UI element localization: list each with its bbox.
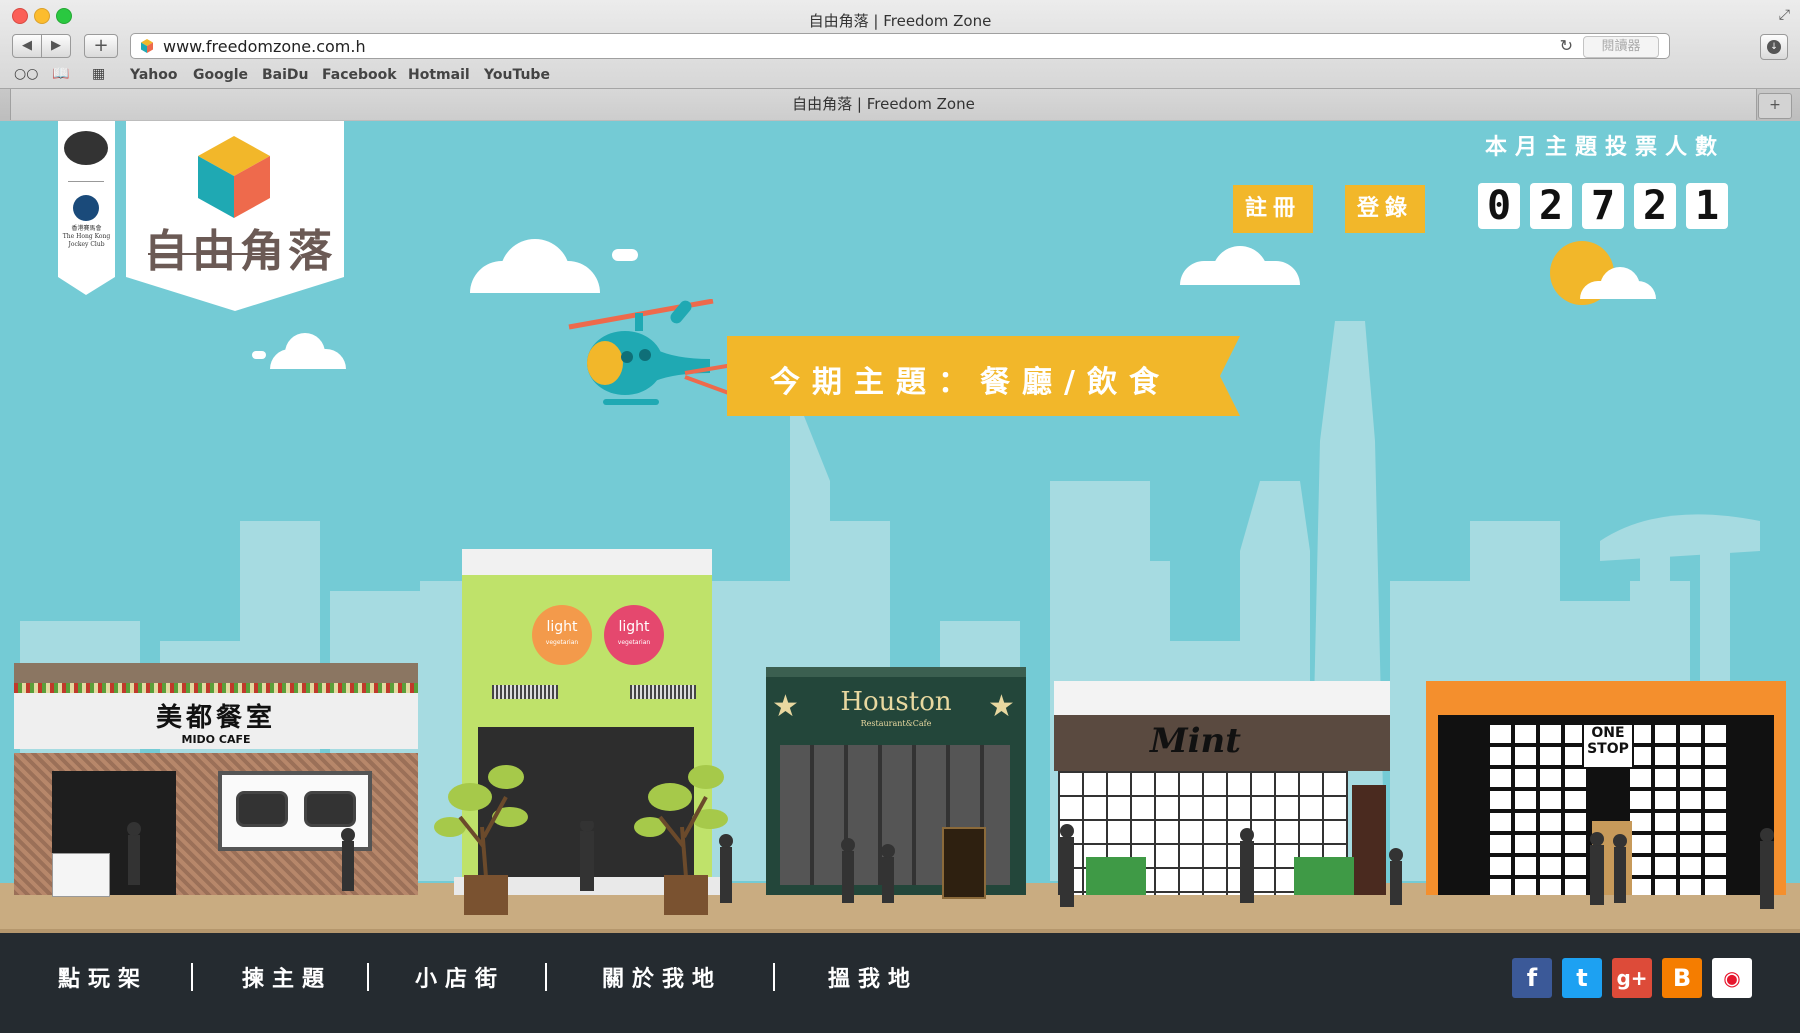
nav-about-us[interactable]: 關於我地 [602, 961, 722, 993]
shop-awning-stripe [14, 683, 418, 693]
facebook-icon[interactable]: f [1512, 958, 1552, 998]
vote-digit: 7 [1582, 183, 1624, 229]
reload-icon[interactable]: ↻ [1560, 36, 1573, 55]
browser-chrome: 自由角落 | Freedom Zone ⤢ ◀ ▶ + www.freedomz… [0, 0, 1800, 121]
top-sites-grid-icon[interactable]: ▦ [92, 66, 105, 82]
sponsor-text: 香港賽馬會 The Hong Kong Jockey Club [62, 225, 111, 248]
login-button[interactable]: 登錄 [1345, 185, 1425, 233]
houston-sign: Houston [840, 687, 952, 717]
site-logo[interactable]: 自由角落 [126, 121, 344, 311]
shop-roof [462, 549, 712, 575]
one-stop-sign: ONE STOP [1582, 723, 1634, 769]
footer-nav: 點玩架 揀主題 小店街 關於我地 搵我地 f t g+ B ◉ [0, 933, 1800, 1033]
sponsor-banner[interactable]: 香港賽馬會 The Hong Kong Jockey Club [58, 121, 115, 295]
forward-button[interactable]: ▶ [41, 34, 71, 58]
cloud [612, 249, 638, 261]
add-tab-button[interactable]: + [1758, 93, 1792, 119]
sign-circle-orange [532, 605, 592, 665]
jockey-club-logo-icon [73, 195, 99, 221]
bookmark-facebook[interactable]: Facebook [322, 67, 397, 83]
download-icon: ↓ [1767, 40, 1781, 54]
theme-title[interactable]: 今期主題：餐廳/飲食 [770, 357, 1190, 401]
reader-button[interactable]: 閱讀器 [1583, 36, 1659, 58]
twitter-icon[interactable]: t [1562, 958, 1602, 998]
reading-list-glasses-icon[interactable]: ○○ [14, 66, 38, 82]
weibo-icon[interactable]: ◉ [1712, 958, 1752, 998]
bookmark-hotmail[interactable]: Hotmail [408, 67, 470, 83]
bookmark-yahoo[interactable]: Yahoo [130, 67, 178, 83]
downloads-button[interactable]: ↓ [1760, 34, 1788, 60]
back-button[interactable]: ◀ [12, 34, 42, 58]
nav-separator [773, 963, 775, 991]
mint-sign: Mint [1150, 721, 1241, 761]
cloud [252, 351, 266, 359]
web-page: 香港賽馬會 The Hong Kong Jockey Club 自由角落 註冊 … [0, 121, 1800, 1033]
logo-underline [148, 253, 278, 255]
vote-digit: 1 [1686, 183, 1728, 229]
bookmark-baidu[interactable]: BaiDu [262, 67, 309, 83]
nav-separator [191, 963, 193, 991]
sign-circle-pink [604, 605, 664, 665]
bookmark-youtube[interactable]: YouTube [484, 67, 550, 83]
vote-count-label: 本月主題投票人數 [1484, 135, 1725, 160]
light-sign-subtext: vegetarian [617, 639, 651, 646]
one-stop-line1: ONE [1591, 725, 1625, 741]
url-text[interactable]: www.freedomzone.com.h [163, 37, 366, 56]
vote-digit: 2 [1530, 183, 1572, 229]
cube-logo-icon [198, 136, 270, 218]
site-favicon-icon [141, 39, 153, 53]
shop-roof [14, 663, 418, 683]
vent-grille [630, 685, 696, 699]
tab-active[interactable]: 自由角落 | Freedom Zone [10, 89, 1757, 120]
bookmarks-book-icon[interactable]: 📖 [52, 66, 69, 82]
nav-contact-us[interactable]: 搵我地 [828, 961, 918, 993]
light-sign-text: light [546, 619, 578, 635]
bookmark-google[interactable]: Google [193, 67, 248, 83]
blogger-icon[interactable]: B [1662, 958, 1702, 998]
nav-shop-street[interactable]: 小店街 [415, 961, 505, 993]
mido-chinese-sign: 美都餐室 [155, 703, 276, 733]
light-sign-subtext: vegetarian [545, 639, 579, 646]
tab-bar: 自由角落 | Freedom Zone + [0, 88, 1800, 121]
vote-digit: 0 [1478, 183, 1520, 229]
register-button[interactable]: 註冊 [1233, 185, 1313, 233]
light-sign-text: light [618, 619, 650, 635]
one-stop-line2: STOP [1587, 741, 1629, 757]
vote-digit: 2 [1634, 183, 1676, 229]
bookmarks-bar: ○○ 📖 ▦ Yahoo Google BaiDu Facebook Hotma… [0, 64, 1800, 86]
helicopter-illustration [568, 299, 745, 405]
shop-awning [1054, 681, 1390, 715]
divider [68, 181, 104, 182]
nav-choose-theme[interactable]: 揀主題 [242, 961, 332, 993]
vent-grille [492, 685, 558, 699]
window-title: 自由角落 | Freedom Zone [808, 12, 992, 30]
nav-how-to-play[interactable]: 點玩架 [58, 961, 148, 993]
address-bar[interactable]: www.freedomzone.com.h ↻ 閱讀器 [130, 33, 1670, 59]
houston-subsign: Restaurant&Cafe [860, 719, 932, 728]
shop-roof-trim [766, 667, 1026, 677]
logo-text: 自由角落 [144, 226, 336, 277]
nav-separator [367, 963, 369, 991]
mido-english-sign: MIDO CAFE [181, 733, 251, 746]
pedestrians-illustration [127, 821, 1774, 909]
fullscreen-icon[interactable]: ⤢ [1779, 7, 1790, 23]
nav-separator [545, 963, 547, 991]
royal-crest-icon [64, 131, 108, 165]
new-tab-button[interactable]: + [84, 34, 118, 58]
google-plus-icon[interactable]: g+ [1612, 958, 1652, 998]
